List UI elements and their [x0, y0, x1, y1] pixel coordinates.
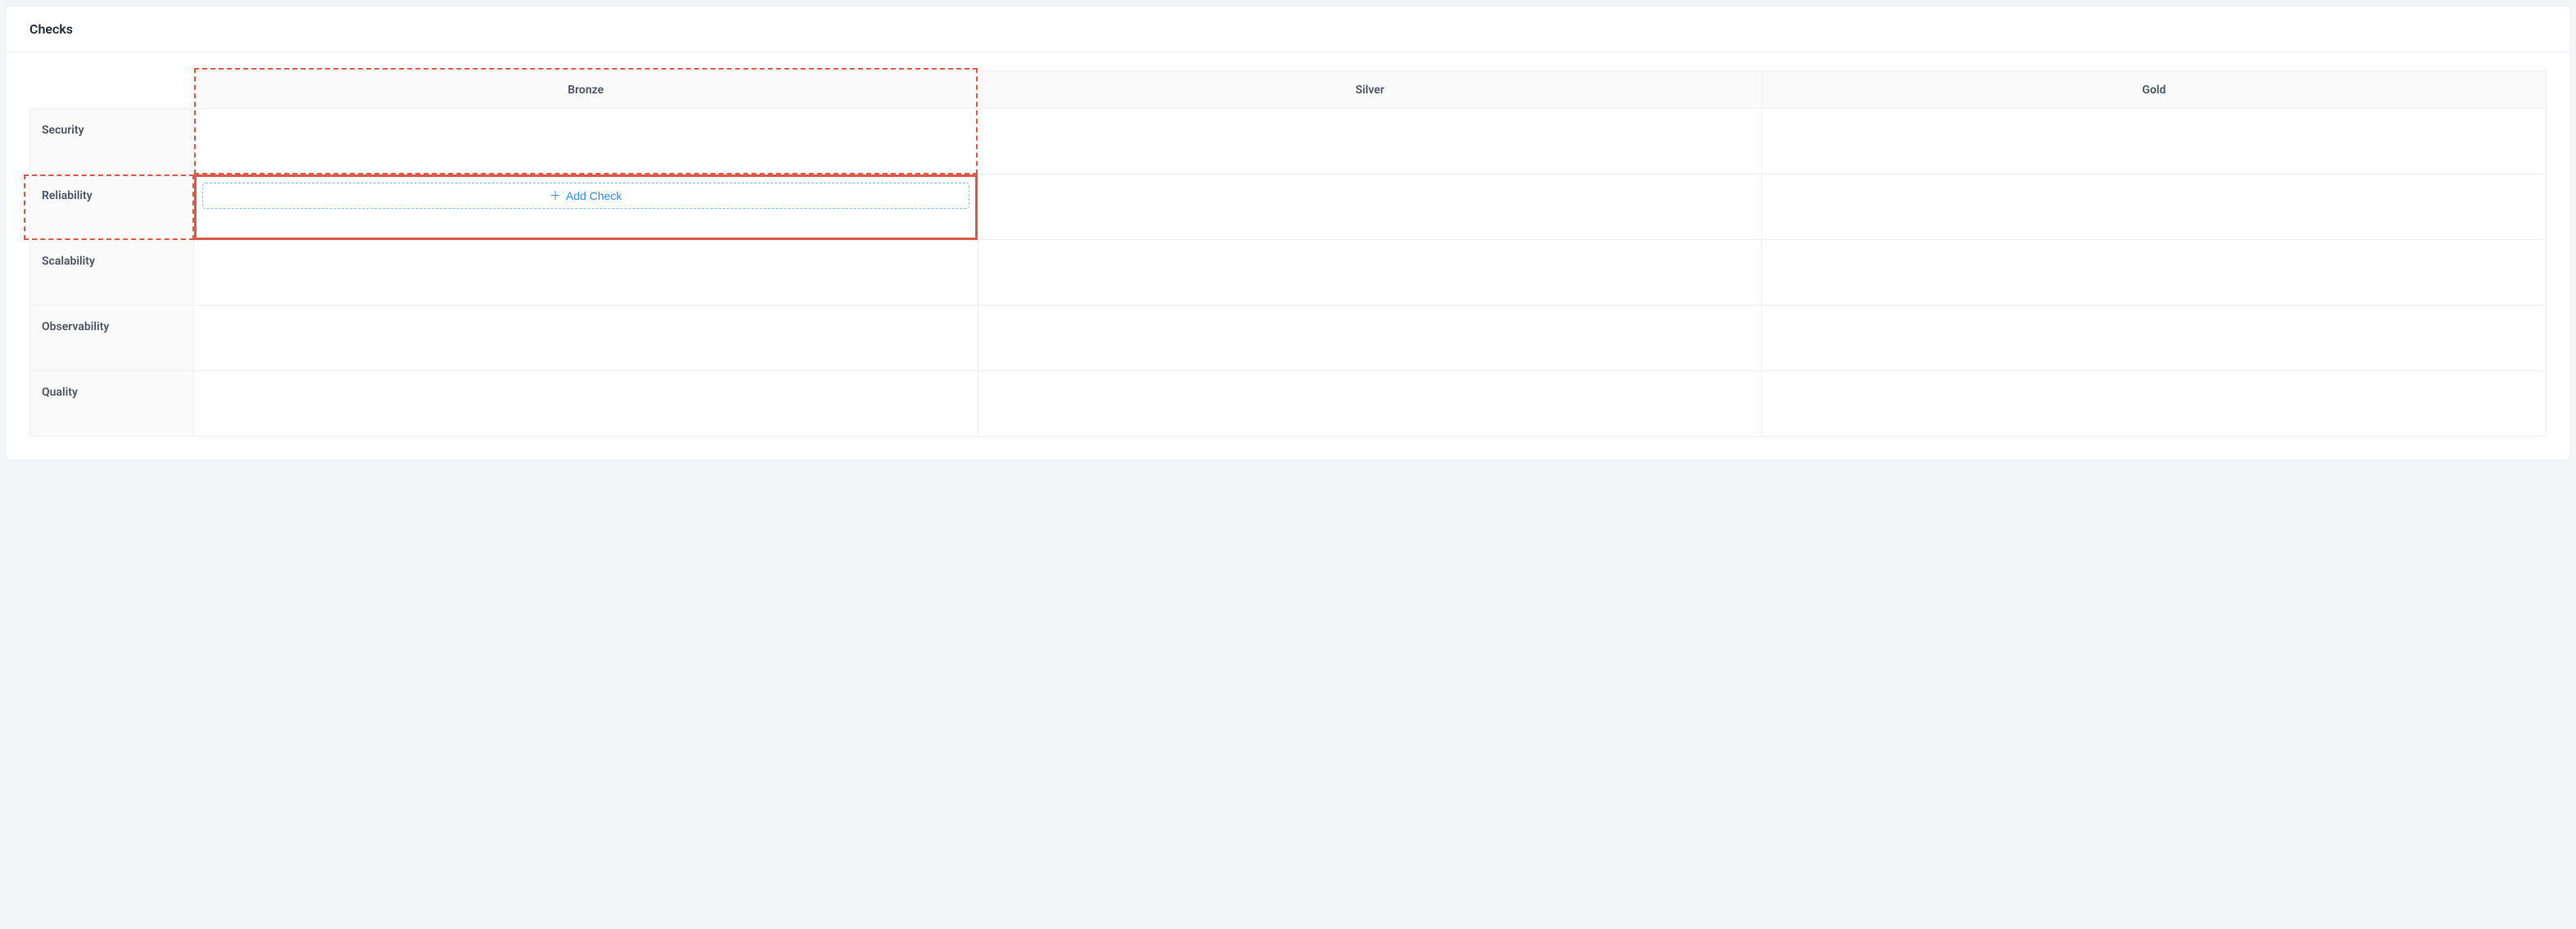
- grid-wrap: Bronze Silver Gold Security Reliability: [29, 70, 2547, 437]
- card-body: Bronze Silver Gold Security Reliability: [7, 52, 2569, 460]
- cell-security-silver[interactable]: [978, 109, 1762, 174]
- cell-quality-bronze[interactable]: [194, 371, 978, 437]
- cell-observability-bronze[interactable]: [194, 306, 978, 371]
- cell-quality-silver[interactable]: [978, 371, 1762, 437]
- row-header-scalability[interactable]: Scalability: [30, 240, 194, 306]
- column-header-silver[interactable]: Silver: [978, 71, 1762, 109]
- row-header-reliability[interactable]: Reliability: [30, 174, 194, 240]
- row-header-observability[interactable]: Observability: [30, 306, 194, 371]
- cell-reliability-gold[interactable]: [1762, 174, 2547, 240]
- plus-icon: ＋: [549, 190, 561, 202]
- column-header-gold[interactable]: Gold: [1762, 71, 2547, 109]
- cell-reliability-bronze[interactable]: ＋ Add Check: [194, 174, 978, 240]
- checks-card: Checks Bronze Silver Gold: [7, 7, 2569, 460]
- add-check-label: Add Check: [566, 189, 621, 202]
- corner-cell: [30, 71, 194, 109]
- page-title: Checks: [29, 21, 2547, 37]
- cell-reliability-silver[interactable]: [978, 174, 1762, 240]
- cell-quality-gold[interactable]: [1762, 371, 2547, 437]
- cell-scalability-gold[interactable]: [1762, 240, 2547, 306]
- cell-security-gold[interactable]: [1762, 109, 2547, 174]
- row-header-quality[interactable]: Quality: [30, 371, 194, 437]
- cell-security-bronze[interactable]: [194, 109, 978, 174]
- checks-grid: Bronze Silver Gold Security Reliability: [29, 70, 2547, 437]
- cell-scalability-silver[interactable]: [978, 240, 1762, 306]
- cell-observability-gold[interactable]: [1762, 306, 2547, 371]
- card-header: Checks: [7, 7, 2569, 52]
- add-check-button[interactable]: ＋ Add Check: [202, 183, 969, 209]
- column-header-bronze[interactable]: Bronze: [194, 71, 978, 109]
- row-header-security[interactable]: Security: [30, 109, 194, 174]
- cell-observability-silver[interactable]: [978, 306, 1762, 371]
- cell-scalability-bronze[interactable]: [194, 240, 978, 306]
